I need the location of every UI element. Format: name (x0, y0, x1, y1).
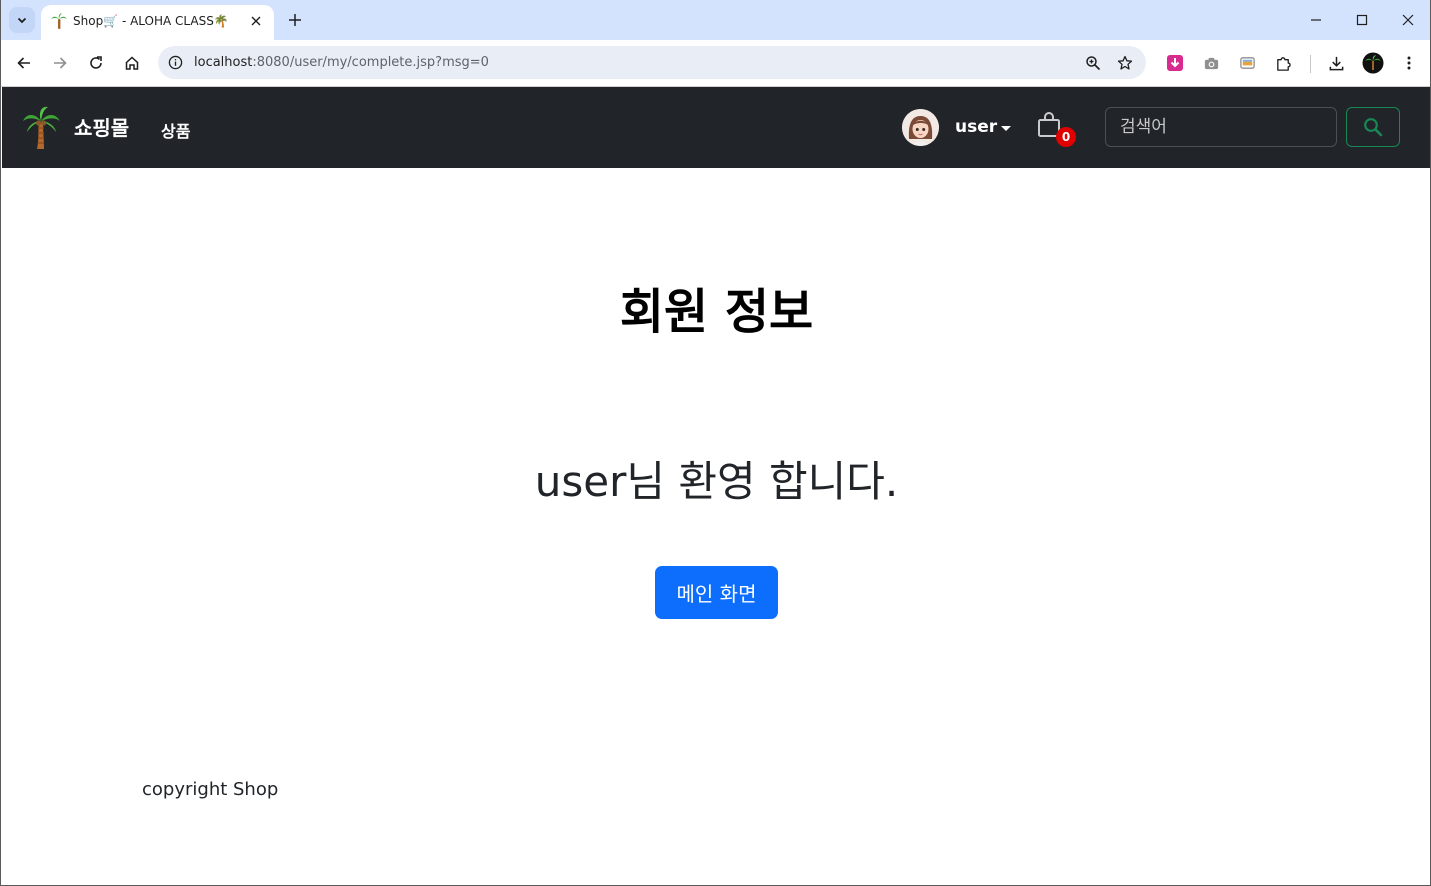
site-info-button[interactable] (166, 53, 184, 71)
info-icon (168, 55, 182, 69)
zoom-button[interactable] (1082, 52, 1104, 74)
arrow-left-icon (17, 57, 30, 69)
reload-button[interactable] (84, 51, 108, 75)
new-tab-button[interactable] (283, 8, 307, 32)
camera-icon (1204, 57, 1218, 69)
brand-name[interactable]: 쇼핑몰 (74, 112, 129, 141)
browser-tab[interactable]: Shop🛒 - ALOHA CLASS🌴 (41, 5, 274, 40)
cart-count-badge: 0 (1056, 127, 1076, 147)
downloads-button[interactable] (1324, 51, 1348, 75)
minimize-button[interactable] (1293, 0, 1339, 40)
download-extension-icon (1167, 55, 1183, 71)
bookmark-button[interactable] (1114, 52, 1136, 74)
url-host: localhost (194, 55, 253, 70)
avatar-icon (902, 109, 939, 146)
download-icon (1329, 56, 1343, 70)
star-icon (1117, 55, 1133, 70)
url-path: :8080/user/my/complete.jsp?msg=0 (252, 55, 489, 70)
search-icon (1364, 118, 1383, 137)
minimize-icon (1311, 19, 1321, 21)
palm-tree-icon (51, 13, 67, 29)
close-window-button[interactable] (1385, 0, 1430, 40)
zoom-icon (1086, 56, 1101, 71)
maximize-icon (1356, 14, 1368, 26)
arrow-right-icon (54, 57, 67, 69)
profile-button[interactable] (1361, 51, 1385, 75)
toolbar-divider (1310, 55, 1311, 73)
search-input[interactable] (1105, 107, 1337, 147)
puzzle-icon (1276, 56, 1291, 71)
close-icon (1402, 14, 1414, 26)
welcome-message: user님 환영 합니다. (534, 457, 899, 506)
tab-close-button[interactable] (246, 11, 266, 31)
tab-title: Shop🛒 - ALOHA CLASS🌴 (73, 14, 229, 28)
chevron-down-icon (17, 17, 27, 24)
back-button[interactable] (12, 51, 36, 75)
reload-icon (90, 56, 102, 69)
search-button[interactable] (1346, 107, 1400, 147)
home-icon (125, 56, 139, 70)
maximize-button[interactable] (1339, 0, 1385, 40)
address-bar[interactable]: localhost:8080/user/my/complete.jsp?msg=… (158, 46, 1146, 79)
nav-link-products[interactable]: 상품 (161, 118, 190, 142)
extensions-button[interactable] (1271, 51, 1295, 75)
browser-toolbar: localhost:8080/user/my/complete.jsp?msg=… (1, 40, 1430, 87)
browser-menu-button[interactable] (1397, 51, 1421, 75)
tab-strip: Shop🛒 - ALOHA CLASS🌴 (1, 0, 1430, 40)
cast-icon (1239, 56, 1255, 69)
caret-down-icon (1001, 125, 1012, 131)
page-title: 회원 정보 (619, 284, 814, 340)
browser-window: Shop🛒 - ALOHA CLASS🌴 localhost:8080/user… (0, 0, 1431, 886)
user-dropdown[interactable]: user (955, 117, 1012, 137)
footer-copyright: copyright Shop (142, 779, 279, 800)
plus-icon (289, 14, 301, 26)
cast-extension-button[interactable] (1235, 51, 1259, 75)
home-button[interactable] (120, 51, 144, 75)
url-text: localhost:8080/user/my/complete.jsp?msg=… (194, 55, 489, 70)
profile-avatar-icon (1362, 52, 1384, 74)
forward-button[interactable] (48, 51, 72, 75)
close-icon (251, 16, 261, 26)
main-page-button[interactable]: 메인 화면 (655, 566, 778, 619)
site-navbar: 쇼핑몰 상품 user 0 (2, 87, 1430, 168)
palm-tree-logo-icon[interactable] (22, 106, 62, 150)
more-vertical-icon (1407, 56, 1411, 70)
user-avatar[interactable] (902, 109, 939, 146)
tab-search-button[interactable] (9, 7, 35, 33)
extension-download-button[interactable] (1163, 51, 1187, 75)
screenshot-extension-button[interactable] (1199, 51, 1223, 75)
username-label: user (955, 117, 998, 137)
